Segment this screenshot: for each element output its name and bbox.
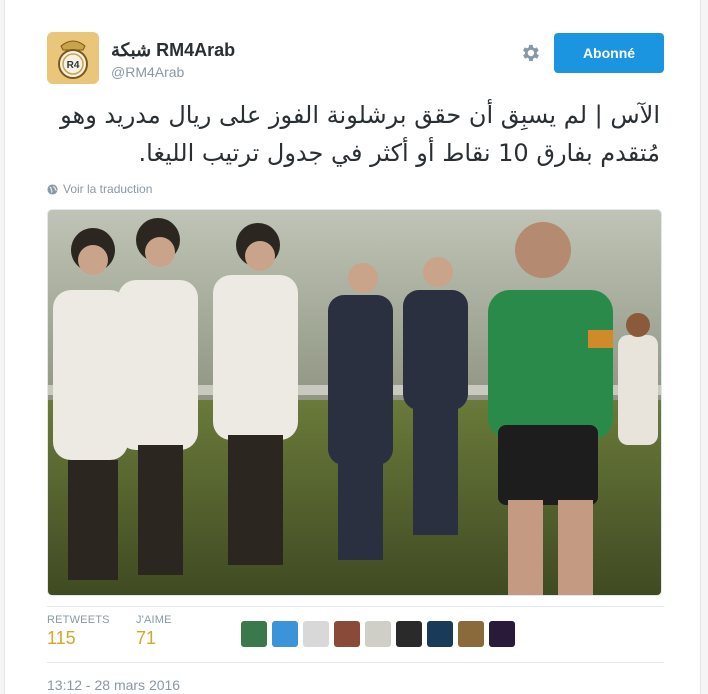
- retweets-label: RETWEETS: [47, 614, 110, 626]
- liker-avatar[interactable]: [458, 621, 484, 647]
- liker-avatar[interactable]: [334, 621, 360, 647]
- likers-avatars: [241, 621, 515, 647]
- retweets-count: 115: [47, 628, 76, 648]
- tweet-text: الآس | لم يسبِق أن حقق برشلونة الفوز على…: [60, 101, 660, 167]
- club-crest-icon: R4: [58, 40, 88, 79]
- translate-link[interactable]: Voir la traduction: [47, 182, 152, 196]
- liker-avatar[interactable]: [489, 621, 515, 647]
- liker-avatar[interactable]: [396, 621, 422, 647]
- gear-icon[interactable]: [519, 42, 541, 64]
- liker-avatar[interactable]: [303, 621, 329, 647]
- translate-label: Voir la traduction: [63, 182, 153, 196]
- liker-avatar[interactable]: [241, 621, 267, 647]
- retweets-stat[interactable]: RETWEETS 115: [47, 614, 110, 649]
- likes-count: 71: [136, 628, 157, 648]
- svg-text:R4: R4: [67, 60, 80, 71]
- follow-button[interactable]: Abonné: [554, 33, 664, 73]
- likes-stat[interactable]: J'AIME 71: [136, 614, 172, 649]
- stats-divider-bottom: [47, 662, 664, 663]
- football-photo-image: [48, 210, 661, 595]
- tweet-photo[interactable]: [47, 209, 662, 596]
- stats-divider-top: [47, 606, 664, 607]
- display-name[interactable]: شبكة RM4Arab: [111, 40, 235, 61]
- avatar[interactable]: R4: [47, 32, 99, 84]
- liker-avatar[interactable]: [427, 621, 453, 647]
- likes-label: J'AIME: [136, 614, 172, 626]
- user-handle[interactable]: @RM4Arab: [111, 64, 184, 80]
- liker-avatar[interactable]: [272, 621, 298, 647]
- tweet-timestamp[interactable]: 13:12 - 28 mars 2016: [47, 677, 180, 693]
- tweet-card: R4 شبكة RM4Arab @RM4Arab Abonné الآس | ل…: [4, 0, 701, 694]
- globe-icon: [47, 183, 58, 195]
- liker-avatar[interactable]: [365, 621, 391, 647]
